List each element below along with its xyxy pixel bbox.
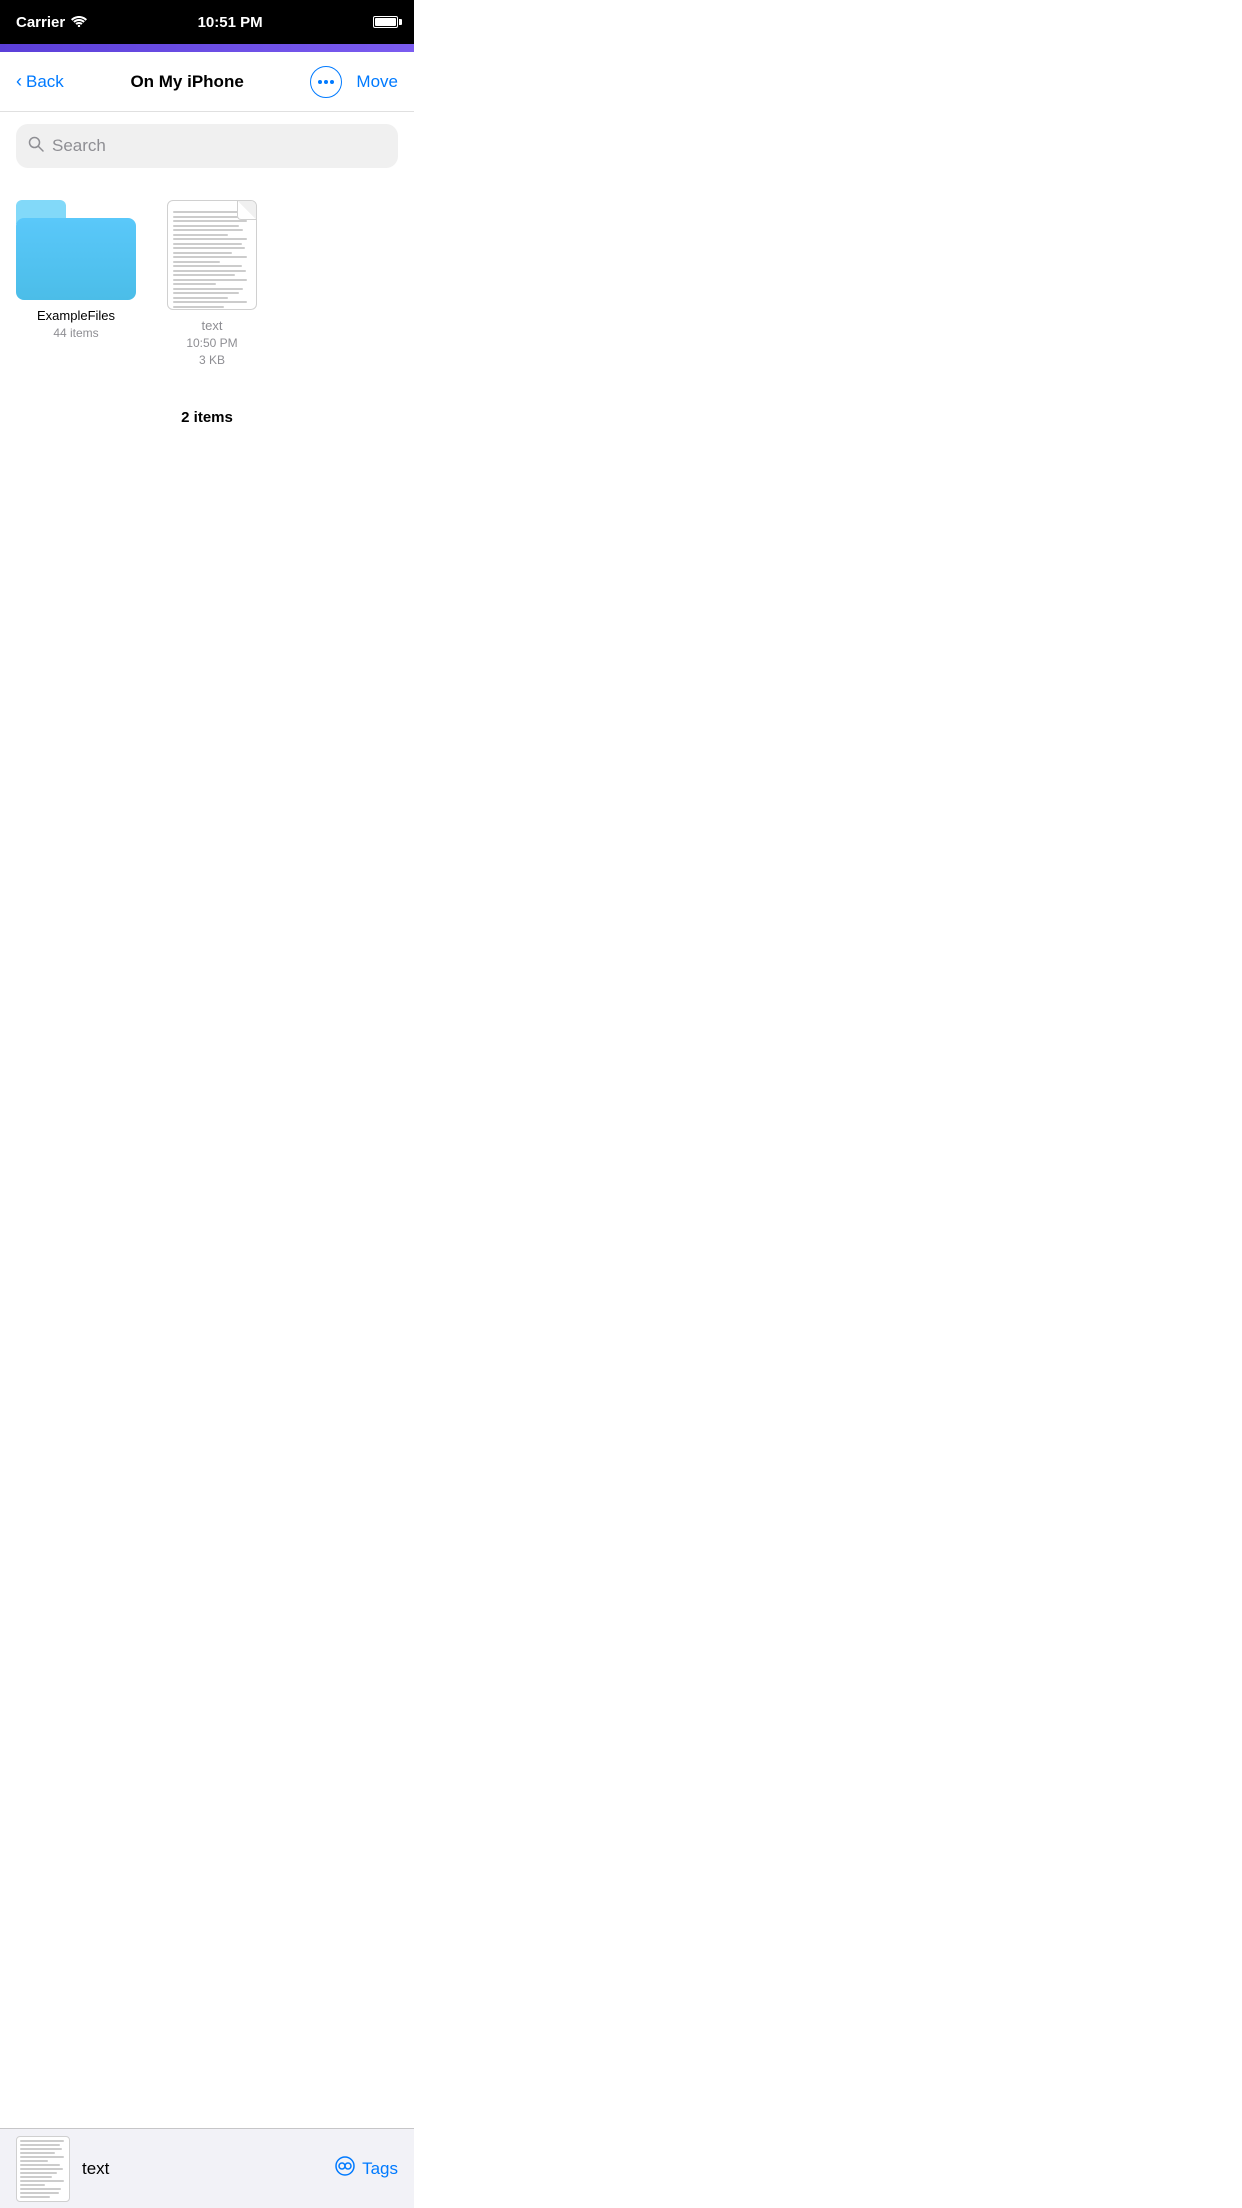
- battery-icon: [373, 16, 398, 28]
- nav-bar: ‹ Back On My iPhone Move: [0, 52, 414, 112]
- carrier-label: Carrier: [16, 14, 65, 31]
- status-bar-right: [373, 16, 398, 28]
- search-icon: [28, 136, 44, 157]
- items-count: 2 items: [0, 369, 414, 446]
- document-size: 3 KB: [199, 353, 225, 367]
- status-bar-time: 10:51 PM: [198, 14, 263, 31]
- document-meta: 10:50 PM 3 KB: [186, 335, 237, 369]
- status-bar: Carrier 10:51 PM: [0, 0, 414, 44]
- document-lines: [173, 211, 251, 308]
- wifi-icon: [71, 14, 87, 31]
- search-placeholder: Search: [52, 136, 106, 156]
- tags-label: Tags: [362, 2159, 398, 2179]
- tags-button[interactable]: Tags: [334, 2155, 398, 2182]
- files-grid: ExampleFiles 44 items: [0, 184, 414, 369]
- search-container: Search: [0, 112, 414, 184]
- bottom-filename: text: [82, 2159, 109, 2179]
- folder-item[interactable]: ExampleFiles 44 items: [16, 200, 136, 369]
- document-time: 10:50 PM: [186, 336, 237, 350]
- nav-actions: Move: [310, 66, 398, 98]
- accent-bar: [0, 44, 414, 52]
- document-item[interactable]: text 10:50 PM 3 KB: [152, 200, 272, 369]
- document-icon: [167, 200, 257, 310]
- tags-icon: [334, 2155, 356, 2182]
- bottom-preview-lines: [20, 2140, 66, 2198]
- folder-name: ExampleFiles: [37, 308, 115, 323]
- bottom-info: text Tags: [82, 2155, 398, 2182]
- search-bar[interactable]: Search: [16, 124, 398, 168]
- folder-icon: [16, 200, 136, 300]
- document-name: text: [202, 318, 223, 333]
- back-chevron-icon: ‹: [16, 71, 22, 92]
- back-button[interactable]: ‹ Back: [16, 71, 64, 92]
- bottom-bar: text Tags: [0, 2128, 414, 2208]
- folder-meta: 44 items: [53, 325, 98, 342]
- back-label: Back: [26, 72, 64, 92]
- more-button[interactable]: [310, 66, 342, 98]
- move-button[interactable]: Move: [356, 72, 398, 92]
- bottom-preview-icon: [16, 2136, 70, 2202]
- status-bar-left: Carrier: [16, 14, 87, 31]
- page-title: On My iPhone: [130, 72, 243, 92]
